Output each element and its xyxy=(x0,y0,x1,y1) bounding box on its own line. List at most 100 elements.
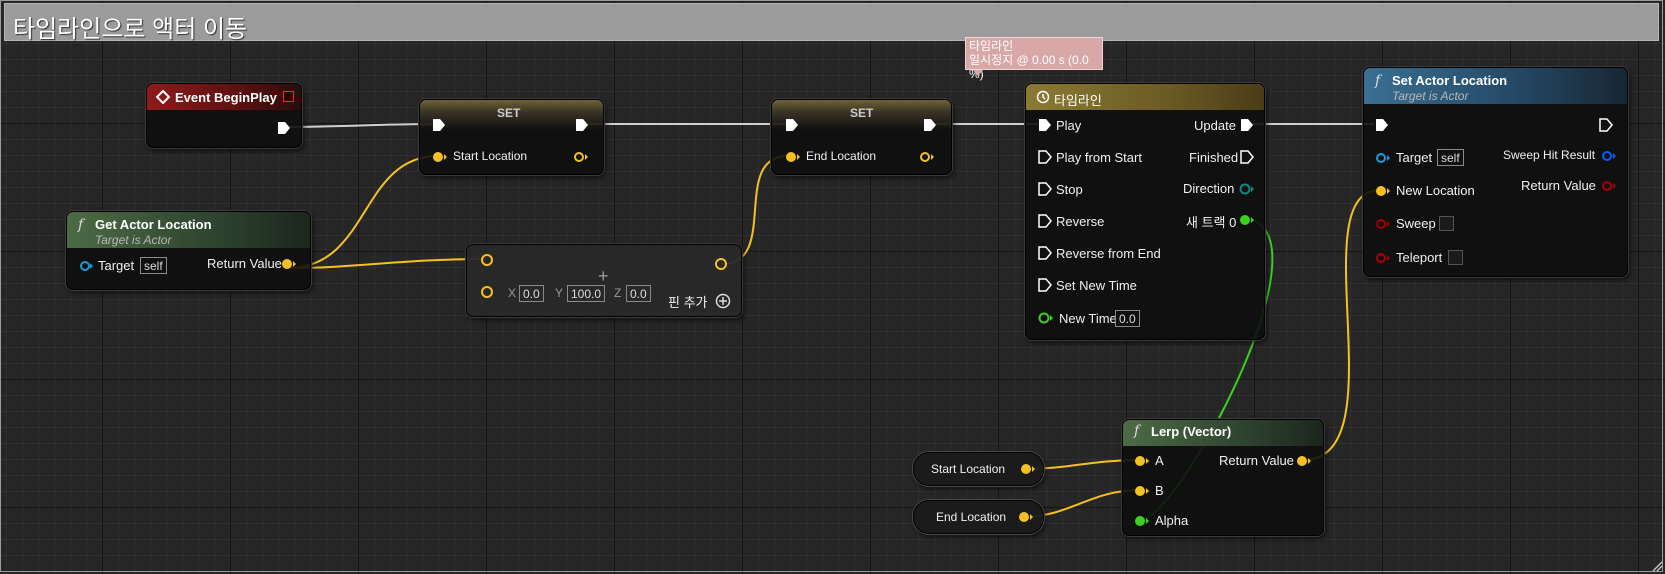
target-pin-label: Target xyxy=(1396,150,1433,165)
function-icon: f xyxy=(78,217,84,233)
timeline-input-play: Play xyxy=(1056,118,1082,133)
exec-stop-pin-icon[interactable] xyxy=(1038,182,1052,196)
vector-out-pin-icon[interactable] xyxy=(1020,463,1036,475)
z-value-field[interactable]: 0.0 xyxy=(626,285,651,302)
vector-result-out-pin-icon[interactable] xyxy=(714,257,728,271)
float-track-out-pin-icon[interactable] xyxy=(1239,213,1255,227)
timeline-input-reverse-from-end: Reverse from End xyxy=(1056,246,1161,261)
vector-b-in-pin-icon[interactable] xyxy=(480,285,494,299)
exec-out-pin-icon[interactable] xyxy=(923,118,937,132)
timeline-status-tail xyxy=(973,70,983,76)
set-end-title: SET xyxy=(850,106,874,120)
timeline-title: 타임라인 xyxy=(1054,93,1102,108)
teleport-label: Teleport xyxy=(1396,250,1443,265)
exec-in-pin-icon[interactable] xyxy=(785,118,799,132)
set-start-location-node[interactable]: SET Start Location xyxy=(419,99,604,175)
vector-out-pin-icon[interactable] xyxy=(919,151,935,163)
y-label: Y xyxy=(555,286,564,300)
timeline-node[interactable]: 타임라인 Play Play from Start Stop Reverse R… xyxy=(1025,83,1265,340)
vector-out-pin-icon[interactable] xyxy=(1018,511,1034,523)
exec-set-new-time-pin-icon[interactable] xyxy=(1038,278,1052,292)
target-self-field[interactable]: self xyxy=(140,257,167,274)
timeline-input-set-new-time: Set New Time xyxy=(1056,278,1137,293)
timeline-output-finished: Finished xyxy=(1189,150,1239,165)
struct-sweep-hit-out-pin-icon[interactable] xyxy=(1601,150,1617,162)
sweep-checkbox[interactable] xyxy=(1439,216,1454,231)
vector-in-pin-icon[interactable] xyxy=(432,151,448,163)
timeline-input-stop: Stop xyxy=(1056,182,1083,197)
event-beginplay-title: Event BeginPlay xyxy=(175,90,277,105)
add-pin-label[interactable]: 핀 추가 xyxy=(668,292,708,311)
object-target-pin-icon[interactable] xyxy=(1375,152,1391,164)
function-icon: f xyxy=(1375,73,1381,89)
bool-sweep-pin-icon[interactable] xyxy=(1375,218,1391,230)
vector-new-location-pin-icon[interactable] xyxy=(1375,185,1391,197)
set-actor-location-node[interactable]: f Set Actor Location Target is Actor Tar… xyxy=(1363,67,1628,277)
z-label: Z xyxy=(614,286,622,300)
exec-reverse-pin-icon[interactable] xyxy=(1038,214,1052,228)
timeline-status-bubble: 타임라인 일시정지 @ 0.00 s (0.0 %) xyxy=(965,37,1103,81)
vector-b-pin-icon[interactable] xyxy=(1134,485,1150,497)
vector-wire-get-location-to-add-a xyxy=(287,258,487,269)
add-pin-plus-icon[interactable] xyxy=(715,293,731,309)
vector-return-out-pin-icon[interactable] xyxy=(1296,455,1312,467)
set-actor-location-subtitle: Target is Actor xyxy=(1392,89,1469,103)
timeline-status-line2: 일시정지 @ 0.00 s (0.0 %) xyxy=(969,53,1089,81)
float-new-time-pin-icon[interactable] xyxy=(1038,311,1054,325)
delegate-pin-icon[interactable] xyxy=(283,91,294,102)
new-time-field[interactable]: 0.0 xyxy=(1115,310,1140,327)
teleport-checkbox[interactable] xyxy=(1448,250,1463,265)
timeline-input-reverse: Reverse xyxy=(1056,214,1105,229)
lerp-b-label: B xyxy=(1155,483,1164,498)
start-location-getter-node[interactable]: Start Location xyxy=(913,452,1044,486)
exec-in-pin-icon[interactable] xyxy=(432,118,446,132)
float-alpha-pin-icon[interactable] xyxy=(1134,515,1150,527)
function-icon: f xyxy=(1134,423,1140,439)
timeline-output-track: 새 트랙 0 xyxy=(1186,215,1237,230)
exec-in-pin-icon[interactable] xyxy=(1375,118,1389,132)
vector-add-node[interactable]: X 0.0 Y 100.0 Z 0.0 + 핀 추가 xyxy=(466,244,742,317)
bool-return-out-pin-icon[interactable] xyxy=(1601,180,1617,192)
exec-out-pin-icon[interactable] xyxy=(1599,118,1613,132)
vector-in-pin-icon[interactable] xyxy=(785,151,801,163)
target-self-field[interactable]: self xyxy=(1437,149,1464,166)
get-actor-location-node[interactable]: f Get Actor Location Target is Actor Tar… xyxy=(66,211,311,290)
x-value-field[interactable]: 0.0 xyxy=(519,285,544,302)
vector-out-pin-icon[interactable] xyxy=(281,258,297,270)
return-value-label: Return Value xyxy=(207,256,282,271)
new-location-label: New Location xyxy=(1396,183,1475,198)
y-value-field[interactable]: 100.0 xyxy=(567,285,606,302)
clock-icon xyxy=(1036,90,1050,104)
exec-update-out-pin-icon[interactable] xyxy=(1240,118,1254,132)
exec-play-pin-icon[interactable] xyxy=(1038,118,1052,132)
object-in-pin-icon[interactable] xyxy=(79,260,93,272)
end-location-getter-node[interactable]: End Location xyxy=(913,500,1044,534)
exec-finished-out-pin-icon[interactable] xyxy=(1240,150,1254,164)
exec-out-pin-icon[interactable] xyxy=(277,121,291,135)
sweep-label: Sweep xyxy=(1396,216,1436,231)
target-pin-label: Target xyxy=(98,258,135,273)
set-end-location-node[interactable]: SET End Location xyxy=(771,99,952,175)
end-location-getter-label: End Location xyxy=(936,510,1007,524)
vector-a-pin-icon[interactable] xyxy=(1134,455,1150,467)
set-start-title: SET xyxy=(497,106,521,120)
lerp-alpha-label: Alpha xyxy=(1155,513,1189,528)
enum-direction-out-pin-icon[interactable] xyxy=(1239,182,1255,196)
timeline-output-update: Update xyxy=(1194,118,1236,133)
exec-reverse-from-end-pin-icon[interactable] xyxy=(1038,246,1052,260)
bool-teleport-pin-icon[interactable] xyxy=(1375,252,1391,264)
lerp-vector-node[interactable]: f Lerp (Vector) A Return Value B Alpha xyxy=(1122,419,1324,536)
resize-grip-icon[interactable] xyxy=(1651,560,1663,572)
vector-a-in-pin-icon[interactable] xyxy=(480,253,494,267)
timeline-input-play-from-start: Play from Start xyxy=(1056,150,1142,165)
exec-play-from-start-pin-icon[interactable] xyxy=(1038,150,1052,164)
sweep-hit-result-label: Sweep Hit Result xyxy=(1503,148,1596,162)
x-label: X xyxy=(508,286,517,300)
set-actor-location-title: Set Actor Location xyxy=(1392,73,1508,88)
get-actor-location-subtitle: Target is Actor xyxy=(95,233,172,247)
vector-out-pin-icon[interactable] xyxy=(573,151,589,163)
exec-out-pin-icon[interactable] xyxy=(575,118,589,132)
event-beginplay-node[interactable]: Event BeginPlay xyxy=(146,83,302,148)
event-diamond-icon xyxy=(156,90,170,104)
timeline-output-direction: Direction xyxy=(1183,181,1235,196)
